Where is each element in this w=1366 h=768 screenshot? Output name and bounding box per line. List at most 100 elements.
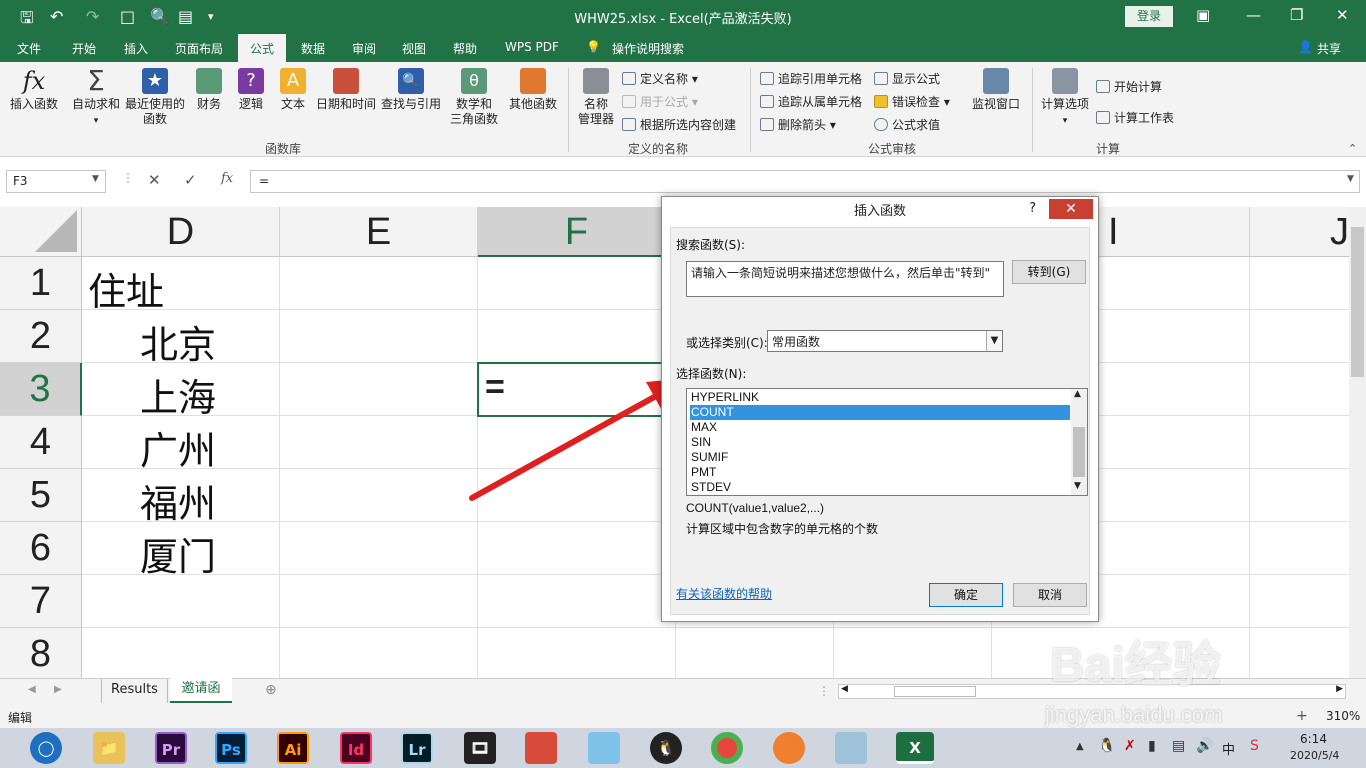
scroll-left-icon[interactable]: ◀ [841,684,848,694]
restore-icon[interactable]: ❐ [1290,6,1303,24]
insert-function-fx-icon[interactable]: fx [221,171,233,186]
cell-d5[interactable]: 福州 [140,473,216,528]
ribbon-display-icon[interactable]: ▣ [1196,6,1210,24]
illustrator-icon[interactable]: Ai [277,732,309,764]
name-manager-button[interactable]: 名称 管理器 [574,68,618,127]
error-checking-button[interactable]: 错误检查 ▾ [874,93,950,110]
cancel-entry-icon[interactable]: ✕ [148,171,161,189]
excel-taskbar-icon[interactable]: X [896,732,934,764]
list-scrollbar[interactable]: ▲ ▼ [1071,389,1087,495]
name-box[interactable]: F3 [6,170,106,193]
category-select[interactable]: 常用函数 ▼ [767,330,1003,352]
tab-formulas[interactable]: 公式 [238,34,287,63]
start-icon[interactable]: ◯ [30,732,62,764]
remove-arrows-button[interactable]: 删除箭头 ▾ [760,116,836,133]
close-icon[interactable]: ✕ [1336,6,1349,24]
row-header-8[interactable]: 8 [0,628,82,678]
tab-wps-pdf[interactable]: WPS PDF [505,40,559,54]
tray-qq-icon[interactable]: 🐧 [1098,738,1115,754]
sheet-tab-active[interactable]: 邀请函 [170,678,232,703]
vertical-scroll-thumb[interactable] [1351,227,1364,377]
row-header-4[interactable]: 4 [0,416,82,469]
cell-d1[interactable]: 住址 [88,261,164,316]
function-list[interactable]: HYPERLINK COUNT MAX SIN SUMIF PMT STDEV … [686,388,1088,496]
tray-network-icon[interactable]: ✗ [1124,738,1136,754]
list-item[interactable]: PMT [690,465,1070,480]
chrome-icon[interactable] [711,732,743,764]
splitter-icon[interactable]: ⋮ [122,171,134,185]
financial-button[interactable]: 财务 [192,68,226,112]
function-help-link[interactable]: 有关该函数的帮助 [676,585,772,602]
file-explorer-icon[interactable]: 📁 [93,732,125,764]
photoshop-icon[interactable]: Ps [215,732,247,764]
browser-icon[interactable] [773,732,805,764]
indesign-icon[interactable]: Id [340,732,372,764]
next-sheet-icon[interactable]: ▶ [54,684,62,695]
collapse-ribbon-icon[interactable]: ⌃ [1348,142,1357,155]
scroll-down-icon[interactable]: ▼ [1074,481,1081,491]
lookup-button[interactable]: 🔍 查找与引用 [380,68,442,112]
scroll-right-icon[interactable]: ▶ [1336,684,1343,694]
scroll-up-icon[interactable]: ▲ [1074,389,1081,399]
zoom-level[interactable]: 310% [1326,709,1360,723]
close-icon[interactable]: ✕ [1049,199,1093,219]
list-item[interactable]: STDEV [690,480,1070,495]
expand-formula-icon[interactable]: ▼ [1347,174,1354,184]
cell-d4[interactable]: 广州 [140,420,216,475]
tab-review[interactable]: 审阅 [352,40,376,57]
help-icon[interactable]: ? [1029,201,1036,216]
tab-insert[interactable]: 插入 [124,40,148,57]
tab-help[interactable]: 帮助 [453,40,477,57]
tell-me-search[interactable]: 操作说明搜索 [612,40,684,57]
row-header-5[interactable]: 5 [0,469,82,522]
splitter-icon[interactable]: ⋮ [818,684,830,698]
ok-button[interactable]: 确定 [929,583,1003,607]
go-button[interactable]: 转到(G) [1012,260,1086,284]
evaluate-formula-button[interactable]: 公式求值 [874,116,940,133]
calc-now-button[interactable]: 开始计算 [1096,78,1162,95]
cell-d6[interactable]: 厦门 [140,526,216,581]
list-scroll-thumb[interactable] [1073,427,1085,477]
tab-view[interactable]: 视图 [402,40,426,57]
column-header-j[interactable]: J [1250,207,1350,257]
tab-page-layout[interactable]: 页面布局 [175,40,223,57]
minimize-icon[interactable]: — [1246,6,1261,24]
name-box-dropdown-icon[interactable]: ▼ [92,174,99,184]
watch-window-button[interactable]: 监视窗口 [968,68,1024,112]
tab-file[interactable]: 文件 [17,40,41,57]
row-header-6[interactable]: 6 [0,522,82,575]
math-button[interactable]: θ 数学和 三角函数 [444,68,504,127]
calc-options-button[interactable]: 计算选项 ▾ [1038,68,1092,129]
more-functions-button[interactable]: 其他函数 [506,68,560,112]
insert-function-button[interactable]: fx 插入函数 [6,68,62,112]
trace-dependents-button[interactable]: 追踪从属单元格 [760,93,862,110]
column-header-e[interactable]: E [280,207,478,257]
create-from-selection-button[interactable]: 根据所选内容创建 [622,116,736,133]
zoom-in-icon[interactable]: + [1296,708,1308,724]
tray-expand-icon[interactable]: ▲ [1076,741,1084,752]
tab-home[interactable]: 开始 [72,40,96,57]
share-button[interactable]: 共享 [1317,40,1341,57]
list-item[interactable]: SUMIF [690,450,1070,465]
list-item[interactable]: MAX [690,420,1070,435]
lightroom-icon[interactable]: Lr [401,732,433,764]
add-sheet-icon[interactable]: ⊕ [265,682,277,698]
ime-indicator[interactable]: 中 [1222,739,1235,758]
recently-used-button[interactable]: ★ 最近使用的 函数 [122,68,188,127]
list-item[interactable]: SIN [690,435,1070,450]
row-header-3[interactable]: 3 [0,363,82,416]
login-button[interactable]: 登录 [1125,6,1173,27]
clock-time[interactable]: 6:14 [1300,732,1327,746]
column-header-d[interactable]: D [82,207,280,257]
app-icon[interactable] [525,732,557,764]
qq-icon[interactable]: 🐧 [650,732,682,764]
sogou-icon[interactable]: S [1250,738,1259,754]
cell-d2[interactable]: 北京 [140,314,216,369]
notes-icon[interactable] [835,732,867,764]
clock-date[interactable]: 2020/5/4 [1290,749,1339,762]
use-in-formula-button[interactable]: 用于公式 ▾ [622,93,698,110]
confirm-entry-icon[interactable]: ✓ [184,171,197,189]
datetime-button[interactable]: 日期和时间 [314,68,378,112]
row-header-1[interactable]: 1 [0,257,82,310]
volume-icon[interactable]: 🔊 [1196,738,1213,754]
